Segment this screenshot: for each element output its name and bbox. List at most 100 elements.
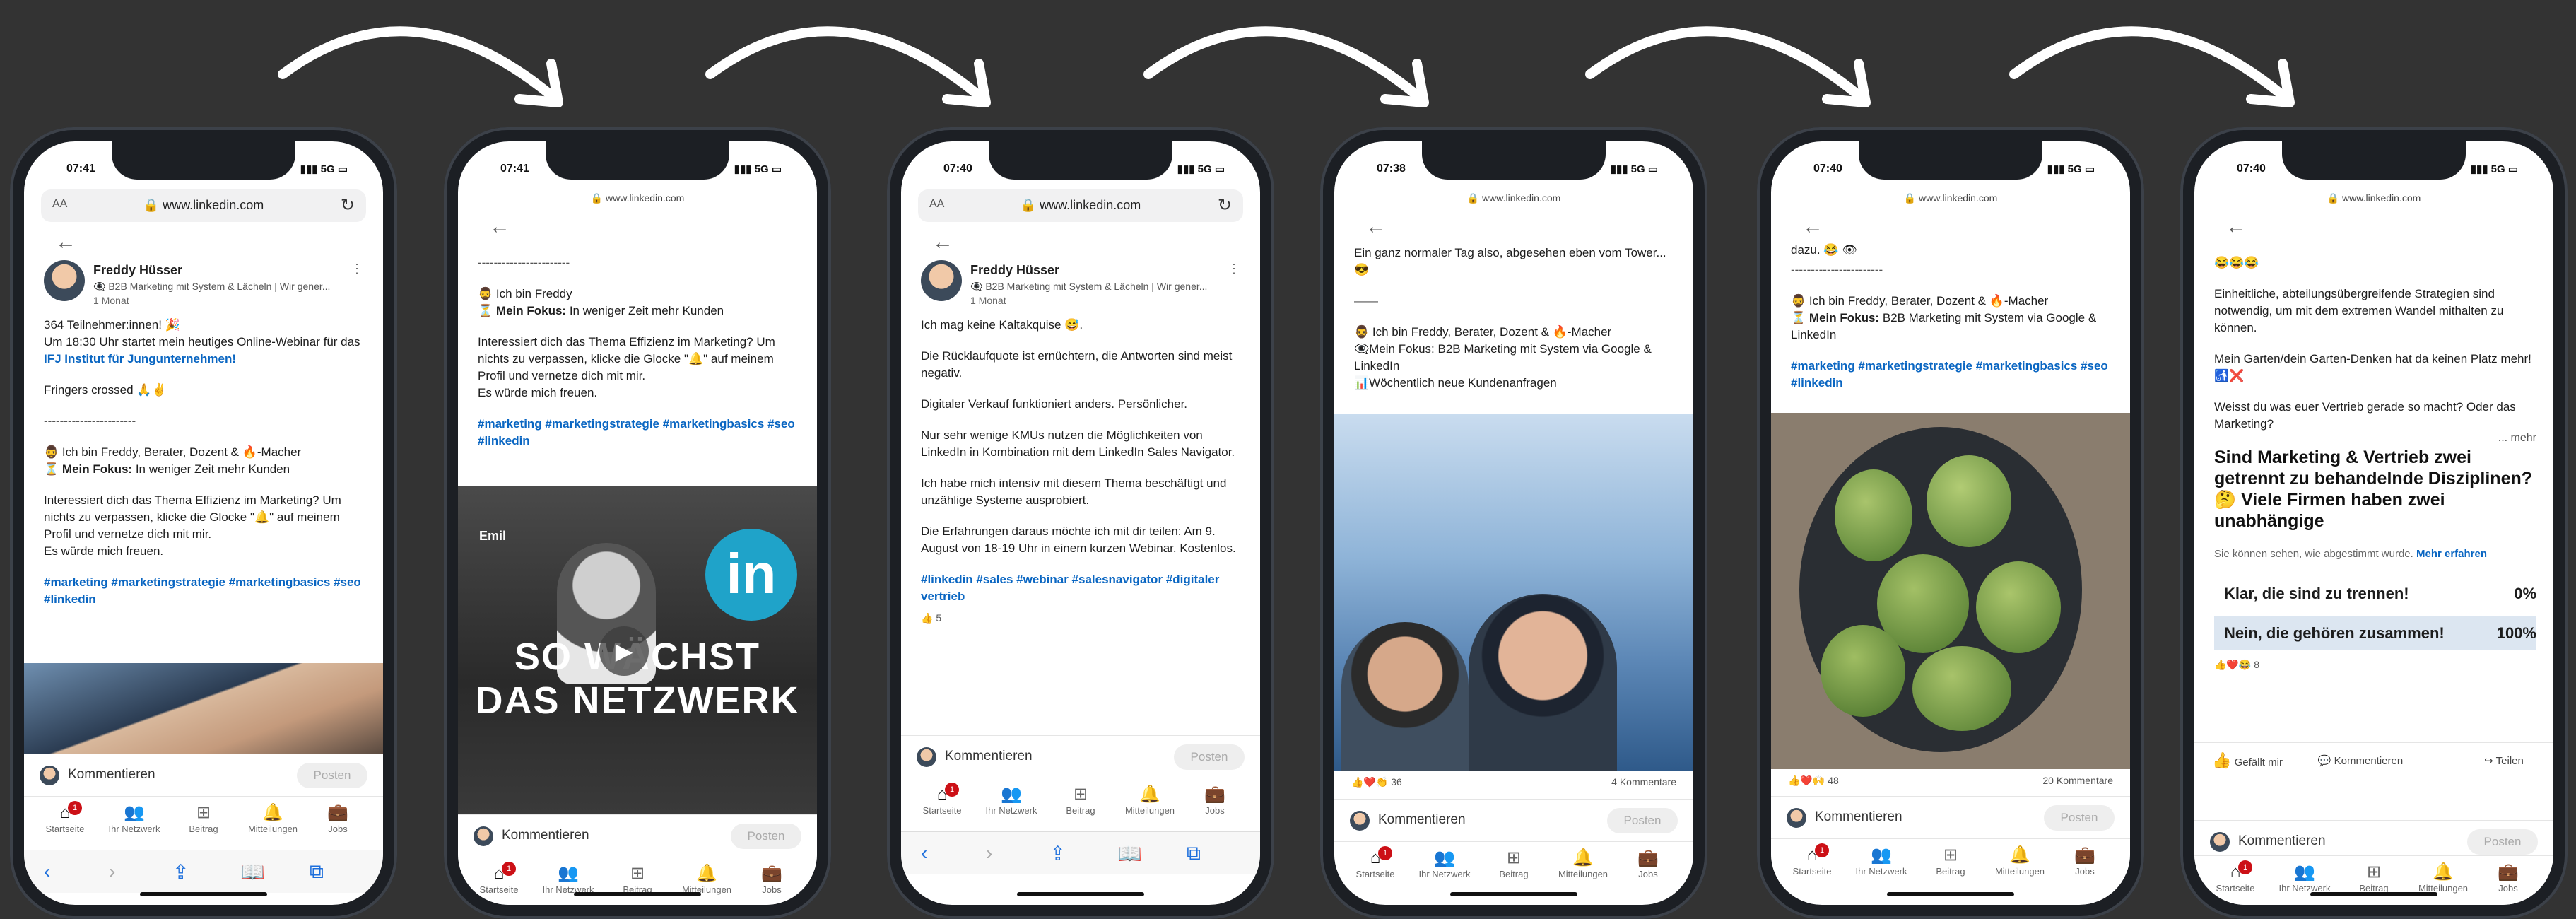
video-thumbnail[interactable]: Emil in SO WÄCHST DAS NETZWERK ▶ <box>458 486 817 814</box>
nav-post[interactable]: ⊞ Beitrag <box>1483 848 1545 879</box>
address-bar[interactable]: AA 🔒 www.linkedin.com ↻ <box>41 189 366 222</box>
nav-home[interactable]: ⌂ 1 Startseite <box>34 801 96 834</box>
back-arrow-icon[interactable]: ← <box>55 230 76 254</box>
post-button[interactable]: Posten <box>2467 829 2538 855</box>
nav-post[interactable]: ⊞ Beitrag <box>172 802 235 834</box>
post-button[interactable]: Posten <box>731 824 801 849</box>
nav-network[interactable]: 👥 Ihr Netzwerk <box>537 863 599 895</box>
nav-post[interactable]: ⊞ Beitrag <box>1049 784 1112 816</box>
browser-back-icon[interactable]: ‹ <box>44 860 50 883</box>
nav-network[interactable]: 👥 Ihr Netzwerk <box>2274 862 2336 894</box>
post-button[interactable]: Posten <box>1607 808 1678 833</box>
nav-home[interactable]: ⌂ 1 Startseite <box>2204 860 2266 894</box>
more-options-icon[interactable]: ⋮ <box>1228 260 1240 277</box>
back-arrow-icon[interactable]: ← <box>1365 215 1387 239</box>
back-arrow-icon[interactable]: ← <box>1802 215 1823 239</box>
nav-home[interactable]: ⌂ 1 Startseite <box>468 862 530 895</box>
nav-jobs[interactable]: 💼 Jobs <box>1617 848 1679 879</box>
post-image[interactable] <box>1771 413 2130 769</box>
share-button[interactable]: ↪ Teilen <box>2469 754 2539 767</box>
phone-4: 07:38 ▮▮▮ 5G ▭ 🔒 www.linkedin.com ← Ein g… <box>1320 127 1707 919</box>
browser-back-icon[interactable]: ‹ <box>921 842 927 865</box>
nav-notifications[interactable]: 🔔 Mitteilungen <box>676 863 738 895</box>
author-name[interactable]: Freddy Hüsser <box>970 262 1059 279</box>
author-name[interactable]: Freddy Hüsser <box>93 262 182 279</box>
comment-input[interactable]: Kommentieren <box>945 749 1033 764</box>
hashtags[interactable]: #marketing #marketingstrategie #marketin… <box>478 416 800 450</box>
hashtags[interactable]: #marketing #marketingstrategie #marketin… <box>1791 358 2113 392</box>
post-button[interactable]: Posten <box>1174 744 1245 770</box>
avatar[interactable] <box>44 260 85 301</box>
comment-input[interactable]: Kommentieren <box>2238 833 2326 849</box>
nav-jobs[interactable]: 💼 Jobs <box>741 863 803 895</box>
post-time: 1 Monat <box>970 295 1006 306</box>
post-button[interactable]: Posten <box>297 763 367 788</box>
post-image[interactable] <box>1334 414 1693 771</box>
learn-more-link[interactable]: Mehr erfahren <box>2416 548 2487 560</box>
bookmarks-icon[interactable]: 📖 <box>1117 842 1142 865</box>
reload-icon[interactable]: ↻ <box>341 195 355 216</box>
nav-notifications[interactable]: 🔔 Mitteilungen <box>1552 848 1614 879</box>
hashtags[interactable]: #linkedin #sales #webinar #salesnavigato… <box>921 571 1243 605</box>
address-bar[interactable]: AA 🔒 www.linkedin.com ↻ <box>918 189 1243 222</box>
address-bar[interactable]: 🔒 www.linkedin.com <box>475 188 800 209</box>
back-arrow-icon[interactable]: ← <box>2225 215 2247 239</box>
nav-post[interactable]: ⊞ Beitrag <box>1919 845 1982 877</box>
poll-option[interactable]: Nein, die gehören zusammen! 100% <box>2214 616 2536 650</box>
reaction-count[interactable]: 👍 5 <box>921 609 1243 626</box>
briefcase-icon: 💼 <box>1204 785 1225 804</box>
nav-network[interactable]: 👥 Ihr Netzwerk <box>980 784 1042 816</box>
poll-option[interactable]: Klar, die sind zu trennen! 0% <box>2214 577 2536 611</box>
tabs-icon[interactable]: ⧉ <box>310 860 324 884</box>
bell-icon: 🔔 <box>2433 862 2454 882</box>
post-button[interactable]: Posten <box>2044 805 2115 831</box>
reaction-count[interactable]: 👍❤️😂 8 <box>2214 656 2536 673</box>
nav-post[interactable]: ⊞ Beitrag <box>606 863 669 895</box>
reload-icon[interactable]: ↻ <box>1218 195 1232 216</box>
comment-input[interactable]: Kommentieren <box>502 828 589 843</box>
browser-forward-icon[interactable]: › <box>986 842 992 865</box>
like-button[interactable]: 👍 Gefällt mir <box>2209 751 2286 770</box>
comment-input[interactable]: Kommentieren <box>1378 812 1466 828</box>
nav-home[interactable]: ⌂ 1 Startseite <box>1344 846 1406 879</box>
share-icon[interactable]: ⇪ <box>172 860 189 884</box>
hashtags[interactable]: #marketing #marketingstrategie #marketin… <box>44 574 366 608</box>
nav-jobs[interactable]: 💼 Jobs <box>307 802 369 834</box>
browser-forward-icon[interactable]: › <box>109 860 115 883</box>
nav-network[interactable]: 👥 Ihr Netzwerk <box>1850 845 1912 877</box>
nav-home[interactable]: ⌂ 1 Startseite <box>1781 843 1843 877</box>
address-bar[interactable]: 🔒 www.linkedin.com <box>2211 188 2536 209</box>
nav-jobs[interactable]: 💼 Jobs <box>2477 862 2539 894</box>
nav-notifications[interactable]: 🔔 Mitteilungen <box>2412 862 2474 894</box>
address-bar[interactable]: 🔒 www.linkedin.com <box>1351 188 1676 209</box>
back-arrow-icon[interactable]: ← <box>932 230 953 254</box>
nav-notifications[interactable]: 🔔 Mitteilungen <box>1119 784 1181 816</box>
reaction-count[interactable]: 👍❤️👏 36 <box>1351 776 1402 788</box>
comment-bar: Kommentieren Posten <box>1771 796 2130 839</box>
more-options-icon[interactable]: ⋮ <box>351 260 363 277</box>
comment-count[interactable]: 20 Kommentare <box>2042 775 2113 786</box>
nav-post[interactable]: ⊞ Beitrag <box>2343 862 2405 894</box>
bookmarks-icon[interactable]: 📖 <box>240 860 265 884</box>
share-icon[interactable]: ⇪ <box>1049 842 1066 865</box>
nav-notifications[interactable]: 🔔 Mitteilungen <box>1989 845 2051 877</box>
company-link[interactable]: IFJ Institut für Jungunternehmen! <box>44 352 236 365</box>
nav-jobs[interactable]: 💼 Jobs <box>1184 784 1246 816</box>
comment-input[interactable]: Kommentieren <box>1815 809 1902 825</box>
nav-notifications[interactable]: 🔔 Mitteilungen <box>242 802 304 834</box>
comment-button[interactable]: 💬 Kommentieren <box>2300 754 2421 767</box>
comment-count[interactable]: 4 Kommentare <box>1611 776 1676 788</box>
status-time: 07:41 <box>66 163 95 175</box>
back-arrow-icon[interactable]: ← <box>489 215 510 239</box>
comment-input[interactable]: Kommentieren <box>68 767 155 783</box>
reaction-count[interactable]: 👍❤️🙌 48 <box>1788 775 1839 787</box>
avatar[interactable] <box>921 260 962 301</box>
nav-jobs[interactable]: 💼 Jobs <box>2054 845 2116 877</box>
address-bar[interactable]: 🔒 www.linkedin.com <box>1788 188 2113 209</box>
nav-home[interactable]: ⌂ 1 Startseite <box>911 783 973 816</box>
tabs-icon[interactable]: ⧉ <box>1187 842 1201 865</box>
play-icon[interactable]: ▶ <box>599 626 649 676</box>
post-image[interactable] <box>24 663 383 754</box>
nav-network[interactable]: 👥 Ihr Netzwerk <box>103 802 165 834</box>
nav-network[interactable]: 👥 Ihr Netzwerk <box>1413 848 1476 879</box>
